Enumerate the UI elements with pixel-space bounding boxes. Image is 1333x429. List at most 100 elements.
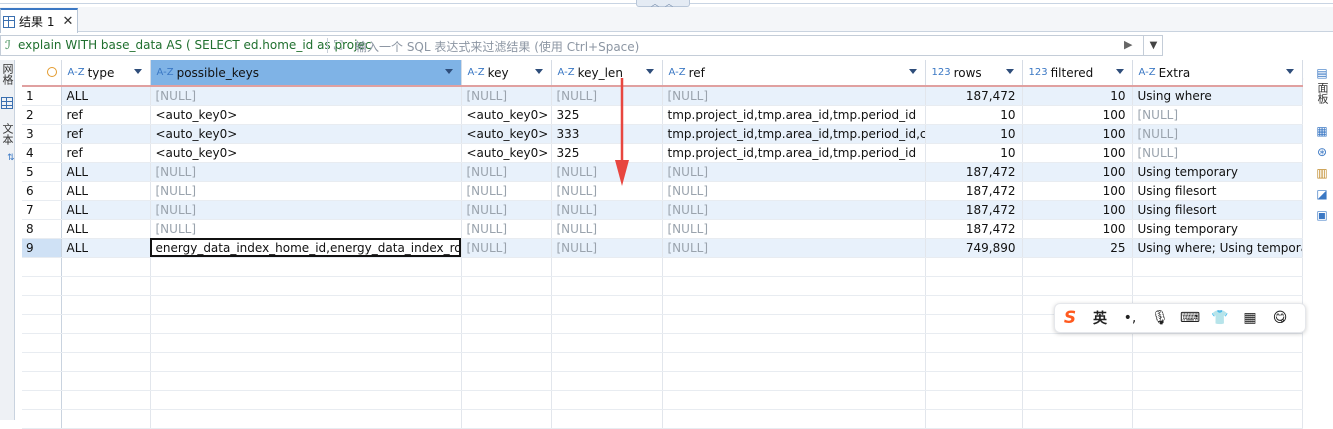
cell-ref[interactable]: tmp.project_id,tmp.area_id,tmp.period_id — [662, 105, 926, 125]
table-row[interactable]: 2 ref <auto_key0> <auto_key0> 325 tmp.project… — [22, 105, 1303, 125]
cell-filtered[interactable]: 100 — [1022, 143, 1133, 163]
chevron-down-icon[interactable] — [1285, 69, 1294, 74]
cell-key[interactable]: <auto_key0> — [461, 124, 552, 144]
column-header-filtered[interactable]: 123 filtered — [1022, 60, 1133, 87]
cell-extra[interactable]: Using temporary — [1132, 219, 1303, 239]
cell-type[interactable]: ALL — [61, 219, 151, 239]
cell-type[interactable]: ALL — [61, 181, 151, 201]
table-row[interactable]: 1 ALL [NULL] [NULL] [NULL] [NULL] 187,472 10 Usi… — [22, 86, 1303, 106]
cell-ref[interactable]: [NULL] — [662, 181, 926, 201]
cell-key-len[interactable]: [NULL] — [551, 200, 663, 220]
cell-possible-keys[interactable]: [NULL] — [150, 162, 462, 182]
text-icon[interactable]: ⇄ — [0, 153, 15, 161]
table-row[interactable]: 5 ALL [NULL] [NULL] [NULL] [NULL] 187,472 100 Us… — [22, 162, 1303, 182]
column-header-key[interactable]: A-Z key — [461, 60, 552, 87]
punctuation-icon[interactable]: •, — [1115, 303, 1145, 333]
cell-possible-keys[interactable]: [NULL] — [150, 219, 462, 239]
cell-rows[interactable]: 10 — [925, 124, 1023, 144]
cell-rows[interactable]: 749,890 — [925, 238, 1023, 258]
cell-type[interactable]: ALL — [61, 86, 151, 106]
expand-icon[interactable]: ⛶ — [334, 38, 342, 53]
cell-rows[interactable]: 187,472 — [925, 181, 1023, 201]
tab-results-1[interactable]: 结果 1 ✕ — [0, 8, 78, 33]
cell-type[interactable]: ALL — [61, 238, 151, 258]
cell-type[interactable]: ALL — [61, 162, 151, 182]
chevron-down-icon[interactable] — [444, 69, 453, 74]
cell-extra[interactable]: Using filesort — [1132, 181, 1303, 201]
cell-key-len[interactable]: 333 — [551, 124, 663, 144]
cell-type[interactable]: ref — [61, 105, 151, 125]
chevron-down-icon[interactable] — [133, 69, 142, 74]
cell-ref[interactable]: tmp.project_id,tmp.area_id,tmp.period_id… — [662, 124, 926, 144]
cell-key-len[interactable]: [NULL] — [551, 162, 663, 182]
reference-icon[interactable]: ⊛ — [1315, 145, 1329, 159]
apply-filter-icon[interactable]: ▶ — [1124, 38, 1132, 51]
cell-rows[interactable]: 187,472 — [925, 162, 1023, 182]
cell-key[interactable]: <auto_key0> — [461, 105, 552, 125]
row-number[interactable]: 6 — [22, 181, 62, 201]
column-header-extra[interactable]: A-Z Extra — [1132, 60, 1303, 87]
chevron-down-icon[interactable] — [645, 69, 654, 74]
table-row[interactable]: 3 ref <auto_key0> <auto_key0> 333 tmp.project… — [22, 124, 1303, 144]
chevron-down-icon[interactable] — [1005, 69, 1014, 74]
row-number[interactable]: 9 — [22, 238, 62, 258]
grid-icon[interactable] — [1, 97, 13, 109]
grouping-icon[interactable]: ▥ — [1315, 166, 1329, 180]
row-number[interactable]: 2 — [22, 105, 62, 125]
metadata-icon[interactable]: ◪ — [1315, 187, 1329, 201]
column-header-ref[interactable]: A-Z ref — [662, 60, 926, 87]
mascot-icon[interactable]: 😋 — [1265, 303, 1295, 333]
cell-key-len[interactable]: 325 — [551, 143, 663, 163]
cell-rows[interactable]: 187,472 — [925, 86, 1023, 106]
filter-history-dropdown[interactable]: ▼ — [1143, 36, 1163, 55]
panels-icon[interactable]: ▤ — [1315, 66, 1329, 80]
cell-key[interactable]: [NULL] — [461, 238, 552, 258]
table-row[interactable]: 6 ALL [NULL] [NULL] [NULL] [NULL] 187,472 100 Us… — [22, 181, 1303, 201]
cell-ref[interactable]: tmp.project_id,tmp.area_id,tmp.period_id — [662, 143, 926, 163]
presentation-icon[interactable]: ▣ — [1315, 208, 1329, 222]
panel-resize-handle[interactable]: ︿ ︿ — [636, 0, 690, 8]
row-number[interactable]: 8 — [22, 219, 62, 239]
cell-filtered[interactable]: 100 — [1022, 181, 1133, 201]
cell-filtered[interactable]: 100 — [1022, 162, 1133, 182]
cell-filtered[interactable]: 25 — [1022, 238, 1133, 258]
column-header-key-len[interactable]: A-Z key_len — [551, 60, 663, 87]
cell-key-len[interactable]: [NULL] — [551, 86, 663, 106]
skin-icon[interactable]: 👕 — [1205, 303, 1235, 333]
close-icon[interactable]: ✕ — [62, 14, 73, 29]
row-number[interactable]: 7 — [22, 200, 62, 220]
cell-key[interactable]: [NULL] — [461, 181, 552, 201]
chevron-down-icon[interactable] — [908, 69, 917, 74]
cell-filtered[interactable]: 100 — [1022, 219, 1133, 239]
cell-possible-keys[interactable]: [NULL] — [150, 86, 462, 106]
calc-icon[interactable]: ▦ — [1315, 124, 1329, 138]
panel-label[interactable]: 面板 — [1314, 82, 1330, 104]
table-row[interactable]: 4 ref <auto_key0> <auto_key0> 325 tmp.project… — [22, 143, 1303, 163]
column-header-type[interactable]: A-Z type — [61, 60, 151, 87]
cell-possible-keys[interactable]: [NULL] — [150, 200, 462, 220]
cell-key-len[interactable]: 325 — [551, 105, 663, 125]
keyboard-icon[interactable]: ⌨ — [1175, 303, 1205, 333]
row-number[interactable]: 1 — [22, 86, 62, 106]
table-row[interactable]: 9 ALL energy_data_index_home_id,energy_dat… — [22, 238, 1303, 258]
cell-rows[interactable]: 187,472 — [925, 200, 1023, 220]
cell-extra[interactable]: Using where — [1132, 86, 1303, 106]
grid-view-label[interactable]: 网格 — [0, 63, 15, 85]
cell-filtered[interactable]: 100 — [1022, 124, 1133, 144]
cell-ref[interactable]: [NULL] — [662, 200, 926, 220]
toolbox-icon[interactable]: ▦ — [1235, 303, 1265, 333]
cell-key-len[interactable]: [NULL] — [551, 181, 663, 201]
table-row[interactable]: 7 ALL [NULL] [NULL] [NULL] [NULL] 187,472 100 Us… — [22, 200, 1303, 220]
text-view-label[interactable]: 文本 — [0, 123, 15, 145]
cell-extra[interactable]: Using temporary — [1132, 162, 1303, 182]
cell-possible-keys[interactable]: <auto_key0> — [150, 124, 462, 144]
cell-extra[interactable]: Using filesort — [1132, 200, 1303, 220]
cell-key[interactable]: <auto_key0> — [461, 143, 552, 163]
cell-type[interactable]: ref — [61, 124, 151, 144]
cell-ref[interactable]: [NULL] — [662, 86, 926, 106]
row-number-header[interactable] — [22, 60, 62, 87]
cell-extra[interactable]: [NULL] — [1132, 124, 1303, 144]
cell-filtered[interactable]: 100 — [1022, 105, 1133, 125]
cell-possible-keys[interactable]: energy_data_index_home_id,energy_data_in… — [150, 238, 462, 258]
row-number[interactable]: 4 — [22, 143, 62, 163]
